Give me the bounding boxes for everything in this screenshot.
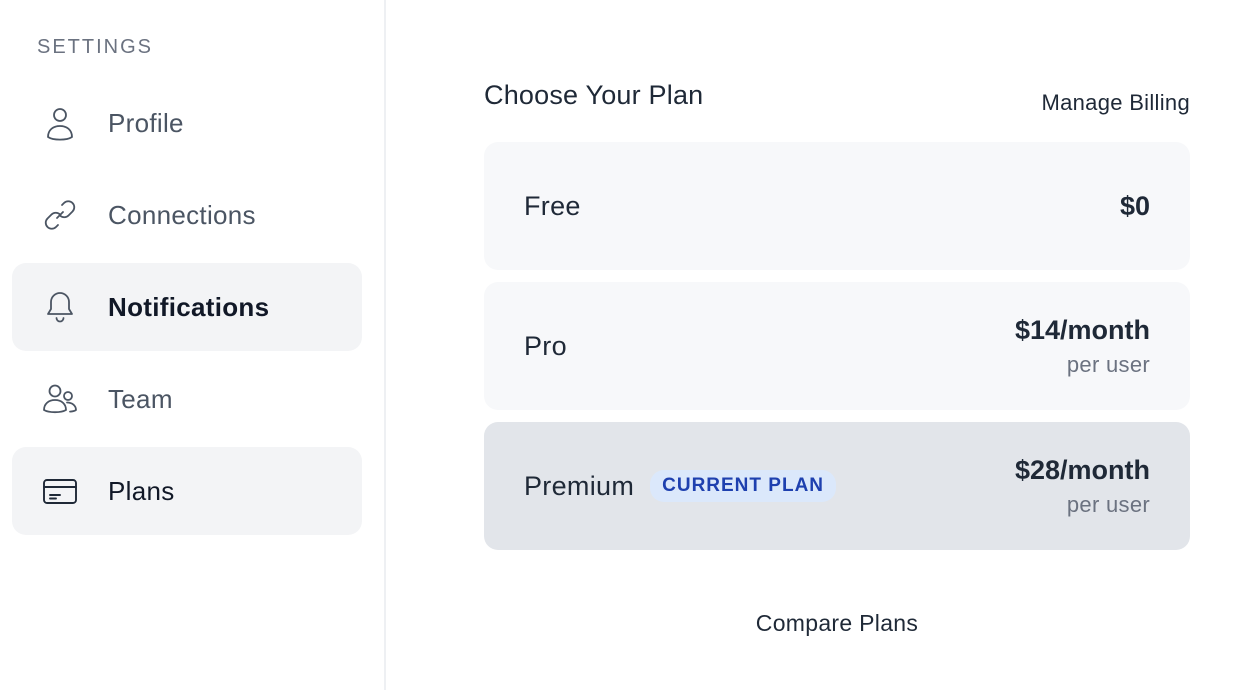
- sidebar-item-team[interactable]: Team: [12, 355, 362, 443]
- plan-info: Pro: [524, 331, 567, 362]
- plan-pricing: $14/month per user: [1015, 315, 1150, 378]
- bell-icon: [40, 287, 80, 327]
- sidebar-item-plans[interactable]: Plans: [12, 447, 362, 535]
- user-icon: [40, 103, 80, 143]
- plan-price: $0: [1119, 190, 1150, 221]
- sidebar-item-label: Connections: [108, 199, 256, 230]
- current-plan-badge: CURRENT PLAN: [650, 470, 837, 502]
- plan-name: Pro: [524, 330, 567, 361]
- sidebar-item-label: Notifications: [108, 291, 270, 322]
- plan-price: $14/month: [1014, 314, 1150, 345]
- plan-price-unit: per user: [1066, 491, 1150, 517]
- plan-card-pro[interactable]: Pro $14/month per user: [484, 282, 1190, 410]
- sidebar: SETTINGS Profile Connections Notificatio…: [0, 0, 386, 690]
- plan-price: $28/month: [1014, 454, 1150, 485]
- plan-pricing: $28/month per user: [1015, 455, 1150, 518]
- page-title: Choose Your Plan: [484, 80, 704, 110]
- sidebar-item-label: Plans: [108, 475, 175, 506]
- sidebar-item-connections[interactable]: Connections: [12, 171, 362, 259]
- main-content: Choose Your Plan Manage Billing Free $0 …: [386, 0, 1234, 690]
- team-icon: [40, 379, 80, 419]
- plan-list: Free $0 Pro $14/month per user Premium C…: [484, 142, 1190, 562]
- sidebar-item-profile[interactable]: Profile: [12, 79, 362, 167]
- sidebar-heading: SETTINGS: [37, 36, 154, 58]
- plan-card-free[interactable]: Free $0: [484, 142, 1190, 270]
- plan-info: Free: [524, 191, 581, 222]
- sidebar-item-notifications[interactable]: Notifications: [12, 263, 362, 351]
- plan-name: Premium: [524, 470, 635, 501]
- credit-card-icon: [40, 471, 80, 511]
- plan-pricing: $0: [1120, 191, 1150, 222]
- plan-price-unit: per user: [1066, 351, 1150, 377]
- sidebar-nav: Profile Connections Notifications Team P…: [12, 79, 362, 539]
- plan-name: Free: [524, 190, 581, 221]
- plan-card-premium[interactable]: Premium CURRENT PLAN $28/month per user: [484, 422, 1190, 550]
- sidebar-item-label: Team: [108, 383, 173, 414]
- manage-billing-link[interactable]: Manage Billing: [1041, 90, 1190, 116]
- link-icon: [40, 195, 80, 235]
- compare-plans-link[interactable]: Compare Plans: [484, 610, 1190, 637]
- settings-app: SETTINGS Profile Connections Notificatio…: [0, 0, 1234, 690]
- plan-info: Premium CURRENT PLAN: [524, 470, 837, 502]
- sidebar-item-label: Profile: [108, 107, 184, 138]
